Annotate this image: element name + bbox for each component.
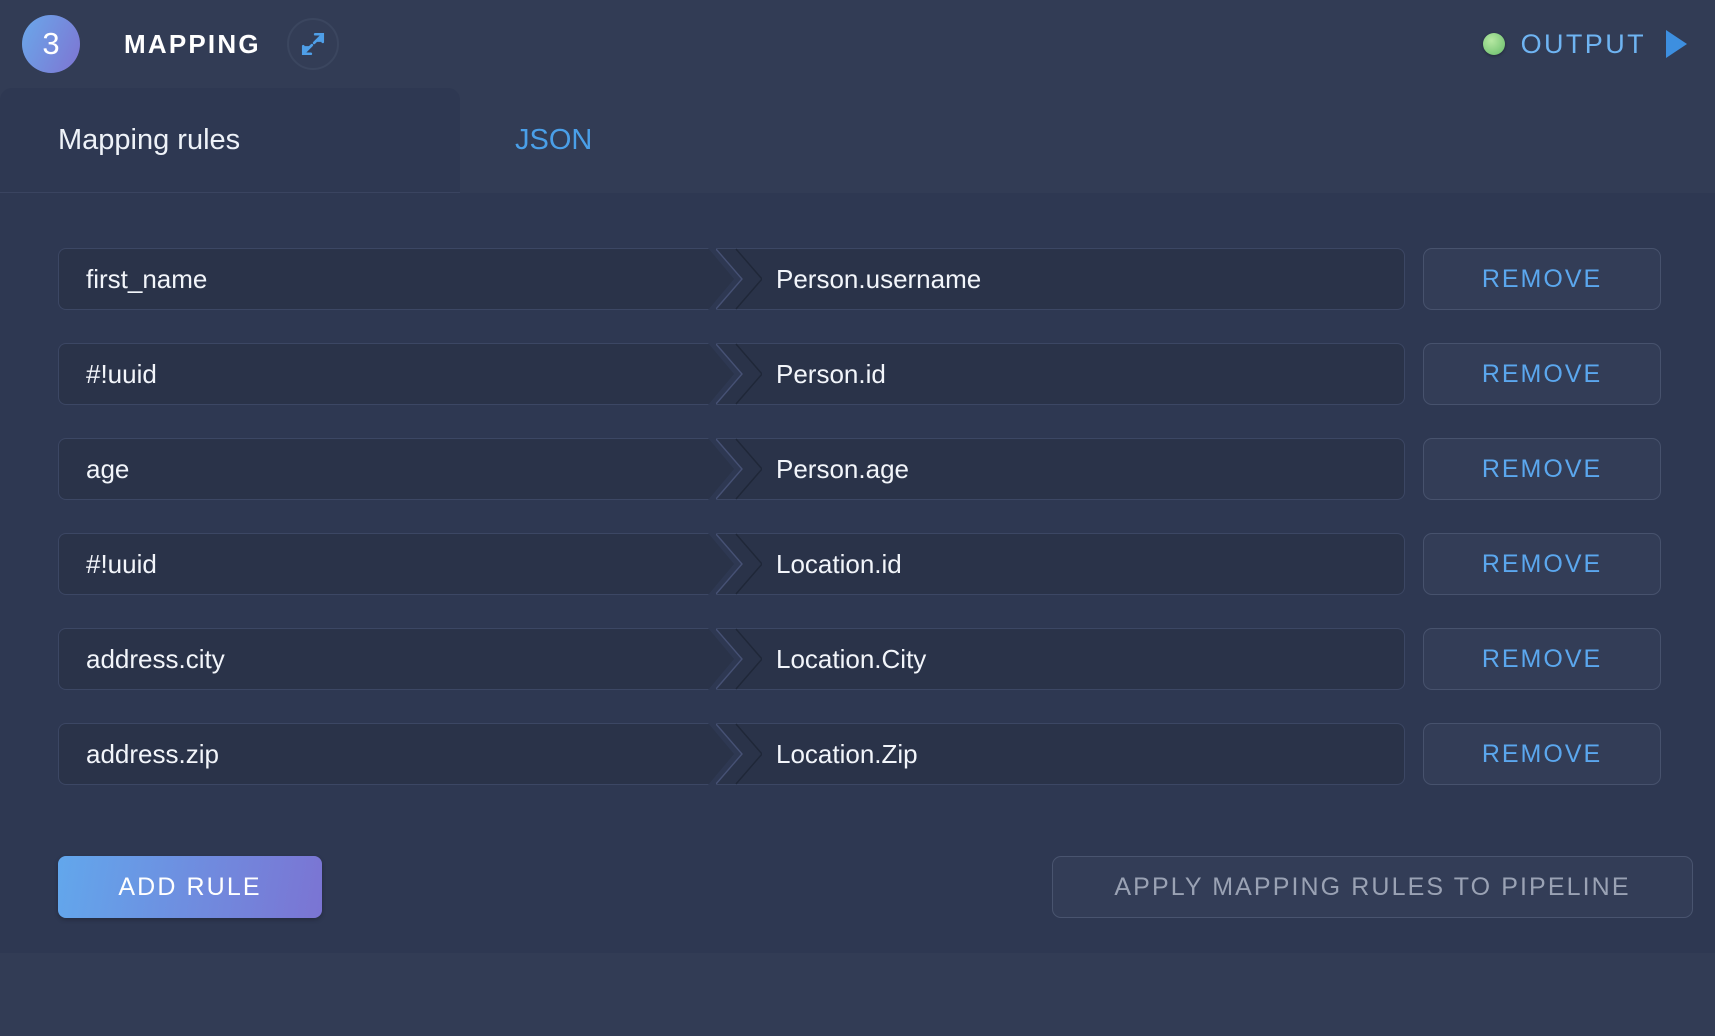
rule-field-pair: #!uuid Location.id xyxy=(58,533,1405,595)
target-field-value: Location.City xyxy=(776,643,927,674)
rule-row: first_name Person.username REMOVE xyxy=(58,248,1693,310)
source-field-value: #!uuid xyxy=(86,358,157,389)
rule-field-pair: address.city Location.City xyxy=(58,628,1405,690)
tab-mapping-rules-label: Mapping rules xyxy=(58,124,241,156)
apply-mapping-rules-button[interactable]: APPLY MAPPING RULES TO PIPELINE xyxy=(1052,856,1693,918)
tab-json[interactable]: JSON xyxy=(460,88,636,193)
source-field[interactable]: first_name xyxy=(58,248,734,310)
target-field[interactable]: Person.id xyxy=(716,343,1405,405)
expand-arrows-icon xyxy=(301,32,324,56)
step-header: 3 MAPPING OUTPUT xyxy=(0,0,1715,88)
play-triangle-icon xyxy=(1666,30,1687,58)
remove-rule-button[interactable]: REMOVE xyxy=(1423,343,1661,405)
output-label: OUTPUT xyxy=(1520,28,1646,59)
source-field[interactable]: age xyxy=(58,438,734,500)
source-field-value: address.zip xyxy=(86,738,219,769)
rule-row: address.city Location.City REMOVE xyxy=(58,628,1693,690)
source-field-value: #!uuid xyxy=(86,548,157,579)
target-field[interactable]: Location.id xyxy=(716,533,1405,595)
source-field-value: age xyxy=(86,453,130,484)
rule-row: age Person.age REMOVE xyxy=(58,438,1693,500)
rule-row: address.zip Location.Zip REMOVE xyxy=(58,723,1693,785)
target-field-value: Person.username xyxy=(776,263,982,294)
panel-body: first_name Person.username REMOVE #!uuid Per… xyxy=(0,193,1715,953)
tab-bar: Mapping rules JSON xyxy=(0,88,1715,193)
remove-rule-button[interactable]: REMOVE xyxy=(1423,438,1661,500)
remove-rule-button[interactable]: REMOVE xyxy=(1423,628,1661,690)
target-field[interactable]: Location.City xyxy=(716,628,1405,690)
source-field-value: first_name xyxy=(86,263,208,294)
remove-rule-button[interactable]: REMOVE xyxy=(1423,533,1661,595)
mapping-panel: Mapping rules JSON first_name Person.user… xyxy=(0,88,1715,953)
target-field-value: Location.Zip xyxy=(776,738,918,769)
remove-rule-button[interactable]: REMOVE xyxy=(1423,723,1661,785)
output-button[interactable]: OUTPUT xyxy=(1482,28,1693,60)
step-number-label: 3 xyxy=(42,26,60,61)
remove-rule-button[interactable]: REMOVE xyxy=(1423,248,1661,310)
rule-field-pair: age Person.age xyxy=(58,438,1405,500)
target-field-value: Location.id xyxy=(776,548,902,579)
target-field[interactable]: Person.age xyxy=(716,438,1405,500)
rule-row: #!uuid Person.id REMOVE xyxy=(58,343,1693,405)
status-dot-icon xyxy=(1482,33,1505,55)
source-field[interactable]: #!uuid xyxy=(58,533,734,595)
target-field[interactable]: Person.username xyxy=(716,248,1405,310)
step-number-badge: 3 xyxy=(22,15,80,73)
expand-button[interactable] xyxy=(286,18,339,70)
target-field[interactable]: Location.Zip xyxy=(716,723,1405,785)
source-field[interactable]: address.zip xyxy=(58,723,734,785)
rules-list: first_name Person.username REMOVE #!uuid Per… xyxy=(0,248,1715,785)
rule-row: #!uuid Location.id REMOVE xyxy=(58,533,1693,595)
tab-mapping-rules[interactable]: Mapping rules xyxy=(0,88,460,193)
panel-footer: ADD RULE APPLY MAPPING RULES TO PIPELINE xyxy=(0,818,1715,918)
rule-field-pair: #!uuid Person.id xyxy=(58,343,1405,405)
tab-json-label: JSON xyxy=(515,124,593,156)
rule-field-pair: first_name Person.username xyxy=(58,248,1405,310)
rule-field-pair: address.zip Location.Zip xyxy=(58,723,1405,785)
source-field-value: address.city xyxy=(86,643,225,674)
page-title: MAPPING xyxy=(124,28,261,59)
source-field[interactable]: address.city xyxy=(58,628,734,690)
source-field[interactable]: #!uuid xyxy=(58,343,734,405)
add-rule-button[interactable]: ADD RULE xyxy=(58,856,322,918)
target-field-value: Person.age xyxy=(776,453,909,484)
target-field-value: Person.id xyxy=(776,358,886,389)
